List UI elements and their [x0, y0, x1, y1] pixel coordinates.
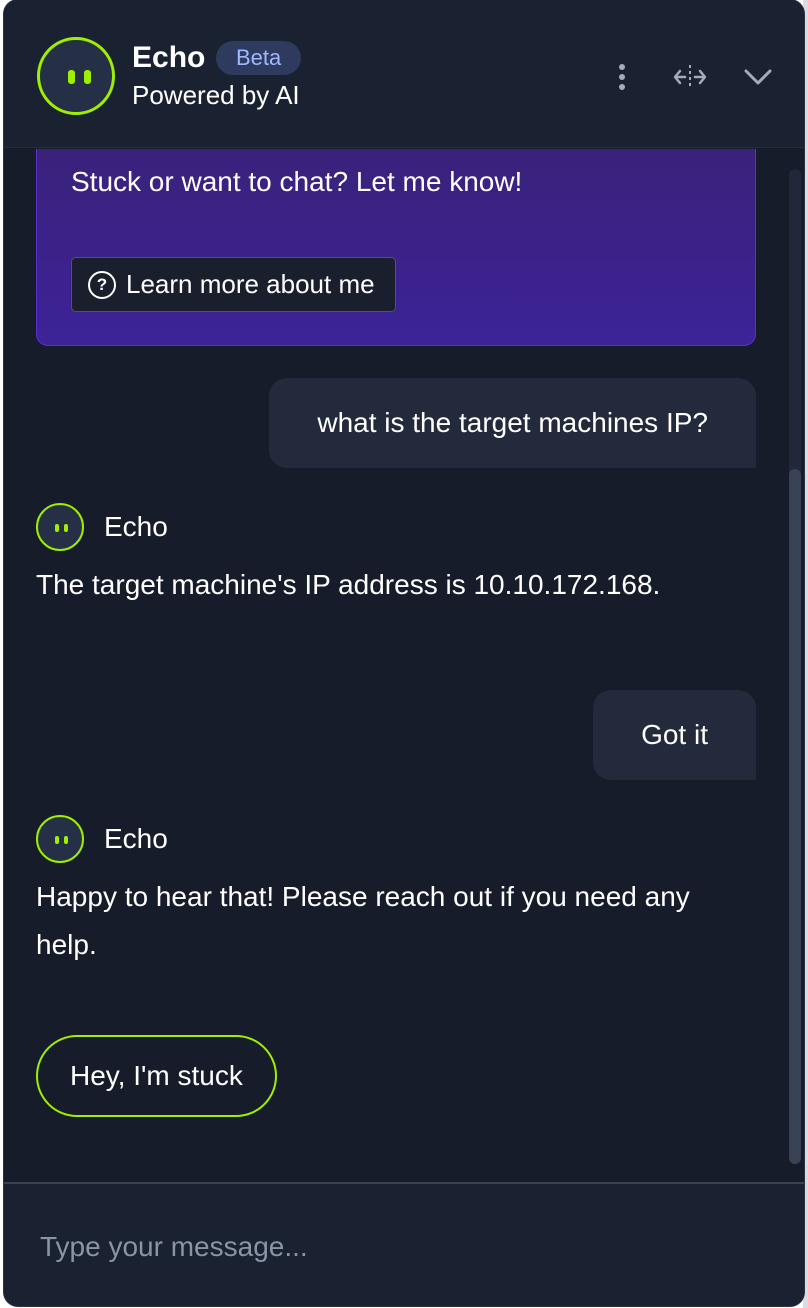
collapse-button[interactable]	[736, 55, 780, 99]
bot-name: Echo	[104, 823, 168, 854]
message-input[interactable]	[38, 1222, 758, 1272]
echo-avatar	[37, 37, 115, 115]
chat-title: Echo	[132, 41, 206, 74]
chat-widget: Echo Beta Powered by AI Stuck or want to…	[4, 0, 804, 1306]
bot-name: Echo	[104, 511, 168, 542]
bot-message: The target machine's IP address is 10.10…	[36, 569, 661, 600]
bot-message: Happy to hear that! Please reach out if …	[36, 881, 690, 960]
user-message: what is the target machines IP?	[269, 378, 756, 468]
expand-button[interactable]	[668, 55, 712, 99]
robot-face-icon	[68, 70, 91, 84]
intro-text: Stuck or want to chat? Let me know!	[71, 166, 523, 197]
beta-badge: Beta	[216, 41, 302, 75]
chat-subtitle: Powered by AI	[132, 80, 300, 110]
learn-more-label: Learn more about me	[126, 269, 375, 299]
expand-horizontal-icon	[673, 65, 707, 89]
echo-avatar-small	[36, 815, 84, 863]
user-message: Got it	[593, 690, 756, 780]
scrollbar-thumb[interactable]	[789, 469, 801, 1164]
chevron-down-icon	[744, 69, 772, 85]
echo-avatar-small	[36, 503, 84, 551]
intro-card: Stuck or want to chat? Let me know! ? Le…	[36, 149, 756, 346]
suggestion-chip[interactable]: Hey, I'm stuck	[36, 1035, 277, 1117]
robot-face-icon	[55, 524, 68, 532]
bot-message-header: Echo	[36, 815, 168, 863]
message-composer	[4, 1182, 804, 1306]
more-options-button[interactable]	[600, 55, 644, 99]
message-list[interactable]: Stuck or want to chat? Let me know! ? Le…	[4, 149, 804, 1182]
chat-header: Echo Beta Powered by AI	[4, 0, 804, 148]
question-circle-icon: ?	[88, 270, 116, 299]
robot-face-icon	[55, 836, 68, 844]
more-vertical-icon	[619, 64, 625, 90]
learn-more-button[interactable]: ? Learn more about me	[71, 257, 396, 312]
bot-message-header: Echo	[36, 503, 168, 551]
